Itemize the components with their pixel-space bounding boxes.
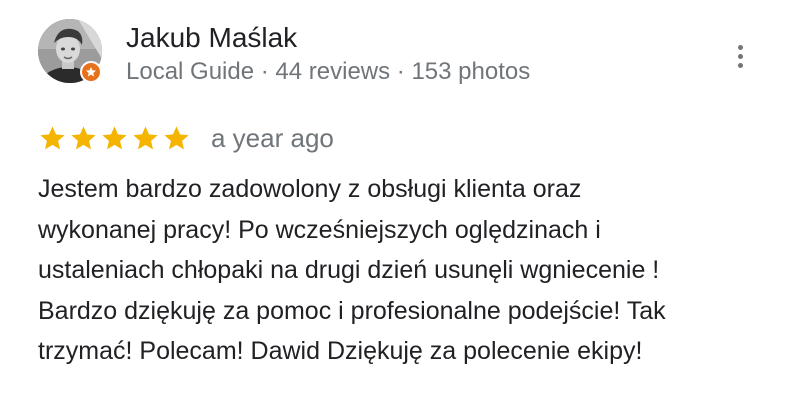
review-text: Jestem bardzo zadowolony z obsługi klien… bbox=[38, 169, 758, 372]
more-options-button[interactable] bbox=[722, 36, 758, 76]
more-vert-icon-dot bbox=[737, 44, 743, 50]
more-vert-icon-dot bbox=[737, 53, 743, 59]
star-icon bbox=[100, 124, 129, 153]
star-icon bbox=[69, 124, 98, 153]
more-vert-icon-dot bbox=[737, 62, 743, 68]
star-rating bbox=[38, 124, 191, 153]
local-guide-badge bbox=[80, 61, 102, 83]
review-text-line: trzymać! Polecam! Dawid Dziękuję za pole… bbox=[38, 337, 643, 365]
rating-row: a year ago bbox=[38, 121, 334, 155]
review-text-line: ustaleniach chłopaki na drugi dzień usun… bbox=[38, 256, 660, 284]
review-text-line: Jestem bardzo zadowolony z obsługi klien… bbox=[38, 175, 582, 203]
star-icon bbox=[38, 124, 67, 153]
local-guide-star-icon bbox=[86, 67, 96, 77]
star-icon bbox=[131, 124, 160, 153]
star-icon bbox=[162, 124, 191, 153]
review-date: a year ago bbox=[211, 123, 334, 153]
review-text-line: Bardzo dziękuję za pomoc i profesionalne… bbox=[38, 296, 666, 325]
review-text-line: wykonanej pracy! Po wcześniejszych oględ… bbox=[38, 215, 601, 244]
author-name[interactable]: Jakub Maślak bbox=[126, 21, 297, 55]
author-meta[interactable]: Local Guide · 44 reviews · 153 photos bbox=[126, 57, 530, 87]
review-card: Jakub Maślak Local Guide · 44 reviews · … bbox=[0, 0, 790, 406]
